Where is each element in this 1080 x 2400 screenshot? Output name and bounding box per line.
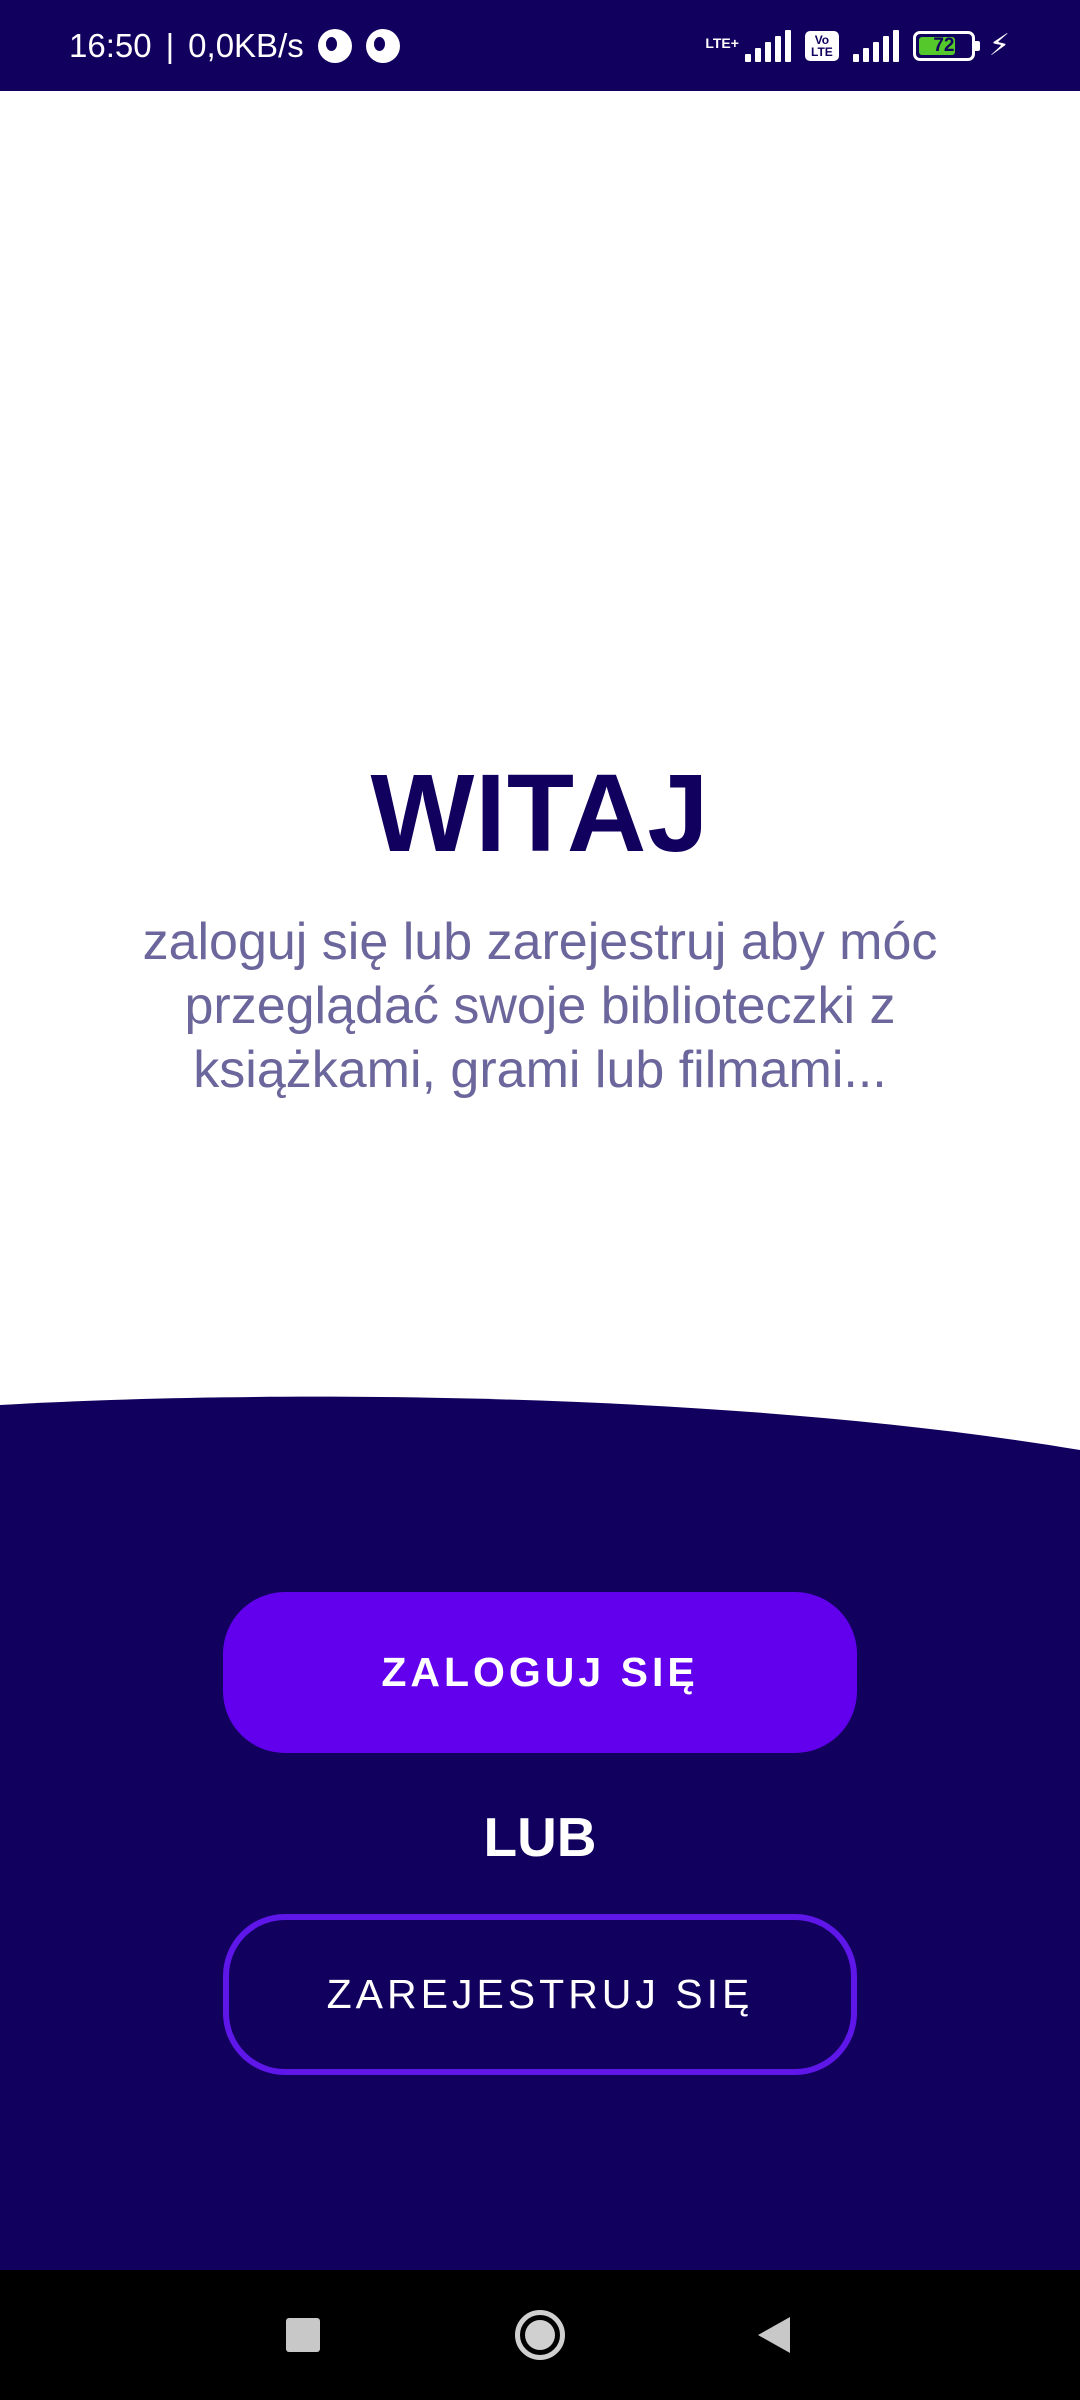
welcome-title: WITAJ: [370, 752, 710, 875]
volte-bottom-label: LTE: [811, 44, 833, 59]
lte-plus-label: LTE+: [705, 35, 739, 51]
app-notification-icon: [365, 28, 400, 63]
status-time: 16:50: [69, 26, 152, 64]
recents-button[interactable]: [270, 2270, 336, 2400]
welcome-subtitle: zaloguj się lub zarejestruj aby móc prze…: [142, 913, 938, 1099]
bottom-panel: [0, 1468, 1080, 2270]
signal-strength-icon: [852, 29, 899, 62]
status-separator: |: [165, 26, 175, 64]
charging-bolt-icon: ⚡: [988, 28, 1010, 62]
battery-icon: 72: [912, 30, 980, 61]
or-label: LUB: [483, 1806, 597, 1868]
back-button[interactable]: [744, 2270, 804, 2400]
status-right-group: LTE+ Vo LTE 72 ⚡: [705, 0, 1010, 91]
app-notification-icon: [317, 28, 352, 63]
status-bar: 16:50 | 0,0KB/s LTE+ Vo LTE 72 ⚡: [0, 0, 1080, 91]
recents-square-icon: [286, 2318, 320, 2352]
bottom-wave: [0, 1396, 1080, 1470]
home-circle-icon: [515, 2310, 565, 2360]
status-left-group: 16:50 | 0,0KB/s: [69, 0, 400, 91]
welcome-screen: 16:50 | 0,0KB/s LTE+ Vo LTE 72 ⚡ WITAJ z…: [0, 0, 1080, 2400]
home-button[interactable]: [505, 2270, 575, 2400]
login-button[interactable]: ZALOGUJ SIĘ: [223, 1592, 857, 1753]
navigation-bar: [0, 2270, 1080, 2400]
volte-icon: Vo LTE: [804, 30, 839, 61]
back-triangle-icon: [758, 2317, 790, 2353]
signal-strength-icon: [744, 29, 791, 62]
volte-top-label: Vo: [814, 32, 830, 47]
battery-level: 72: [933, 34, 955, 56]
network-speed: 0,0KB/s: [188, 26, 304, 64]
register-button[interactable]: ZAREJESTRUJ SIĘ: [223, 1914, 857, 2075]
